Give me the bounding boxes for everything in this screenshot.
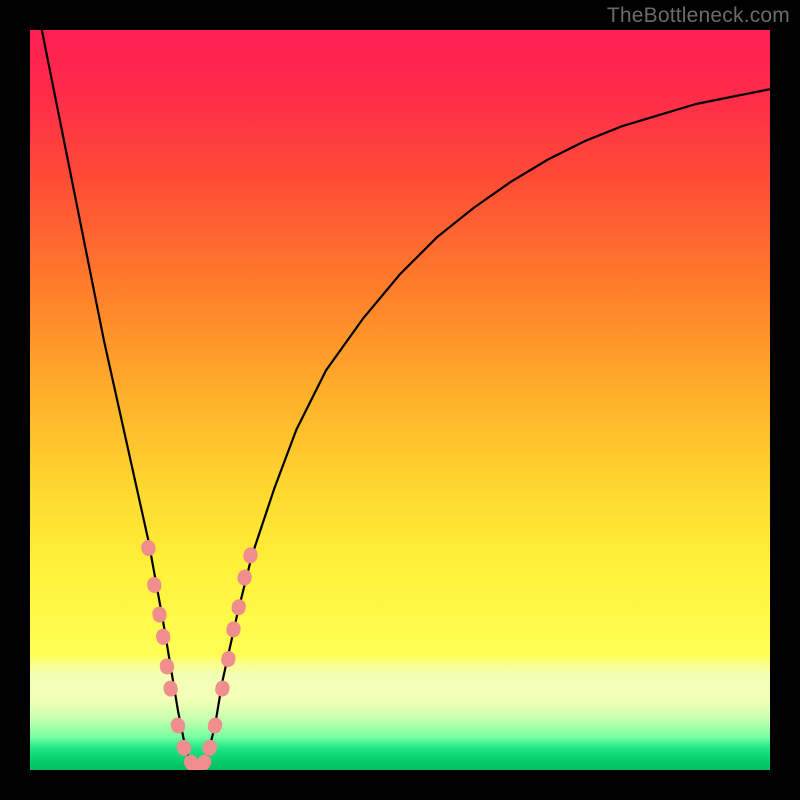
chart-frame: TheBottleneck.com <box>0 0 800 800</box>
background-gradient <box>30 30 770 770</box>
watermark-text: TheBottleneck.com <box>607 4 790 28</box>
plot-area <box>30 30 770 770</box>
